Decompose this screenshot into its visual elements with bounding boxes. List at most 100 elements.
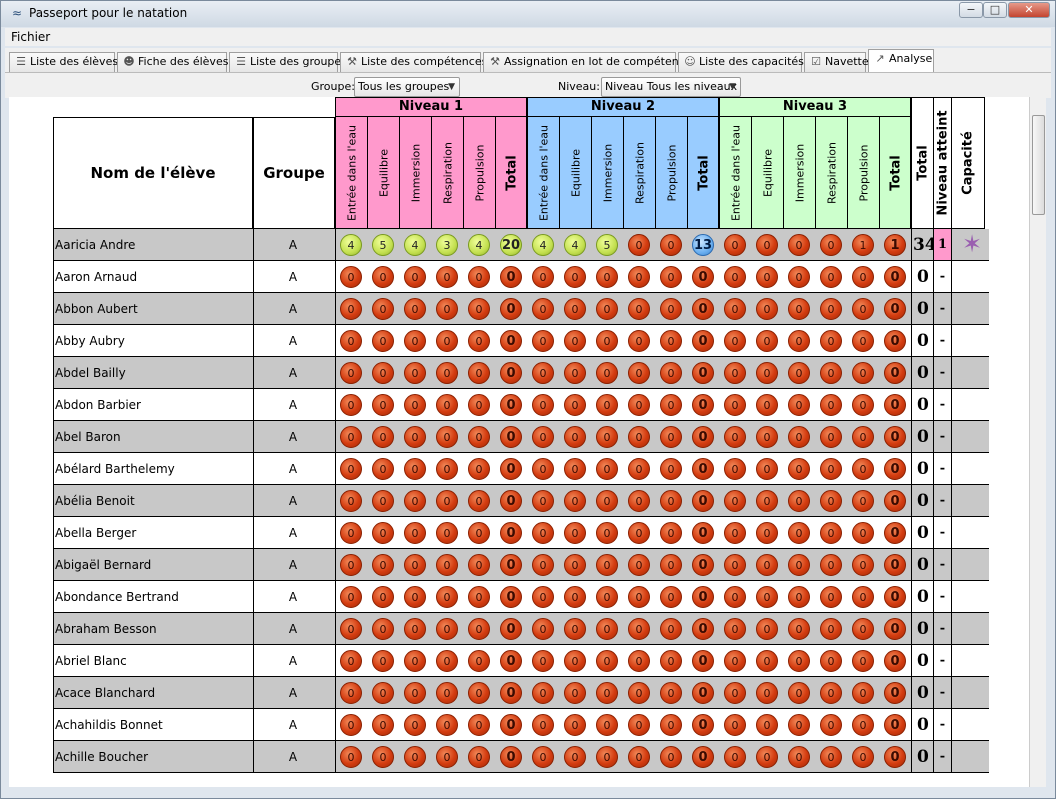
score-ball[interactable]: 0	[628, 522, 650, 544]
score-ball[interactable]: 0	[884, 298, 906, 320]
table-row[interactable]: Aaron Arnaud A 0 0 0 0 0 0 0 0 0 0 0 0 0 0 0 0 0 0 0-	[53, 261, 989, 293]
score-ball[interactable]: 0	[628, 490, 650, 512]
score-ball[interactable]: 0	[468, 714, 490, 736]
score-ball[interactable]: 0	[532, 746, 554, 768]
score-ball[interactable]: 0	[756, 298, 778, 320]
score-ball[interactable]: 0	[660, 618, 682, 640]
score-ball[interactable]: 0	[436, 330, 458, 352]
score-ball[interactable]: 0	[756, 522, 778, 544]
score-ball[interactable]: 0	[564, 682, 586, 704]
score-ball[interactable]: 4	[404, 234, 426, 256]
tab-1[interactable]: ☻ Fiche des élèves	[117, 52, 228, 72]
score-ball[interactable]: 0	[884, 394, 906, 416]
score-ball[interactable]: 0	[692, 266, 714, 288]
score-ball[interactable]: 0	[404, 490, 426, 512]
score-ball[interactable]: 0	[628, 618, 650, 640]
score-ball[interactable]: 0	[692, 554, 714, 576]
score-ball[interactable]: 0	[660, 650, 682, 672]
score-ball[interactable]: 0	[852, 650, 874, 672]
score-ball[interactable]: 0	[500, 682, 522, 704]
score-ball[interactable]: 0	[884, 554, 906, 576]
score-ball[interactable]: 0	[372, 330, 394, 352]
score-ball[interactable]: 0	[564, 394, 586, 416]
score-ball[interactable]: 4	[564, 234, 586, 256]
score-ball[interactable]: 0	[788, 618, 810, 640]
score-ball[interactable]: 0	[468, 618, 490, 640]
score-ball[interactable]: 0	[756, 714, 778, 736]
tab-2[interactable]: ☰ Liste des groupes	[229, 52, 347, 72]
score-ball[interactable]: 0	[692, 394, 714, 416]
score-ball[interactable]: 0	[564, 458, 586, 480]
niveau-select[interactable]: Niveau Tous les niveaux ▼	[601, 77, 741, 97]
score-ball[interactable]: 0	[372, 458, 394, 480]
score-ball[interactable]: 0	[468, 266, 490, 288]
score-ball[interactable]: 0	[596, 714, 618, 736]
score-ball[interactable]: 0	[788, 266, 810, 288]
score-ball[interactable]: 0	[628, 650, 650, 672]
table-row[interactable]: Abigaël Bernard A 0 0 0 0 0 0 0 0 0 0 0 0 0 0 0 0 0 0 0-	[53, 549, 989, 581]
score-ball[interactable]: 0	[884, 522, 906, 544]
score-ball[interactable]: 0	[628, 426, 650, 448]
score-ball[interactable]: 0	[340, 522, 362, 544]
score-ball[interactable]: 0	[404, 522, 426, 544]
score-ball[interactable]: 0	[628, 714, 650, 736]
score-ball[interactable]: 0	[340, 714, 362, 736]
score-ball[interactable]: 0	[692, 746, 714, 768]
score-ball[interactable]: 0	[468, 586, 490, 608]
score-ball[interactable]: 0	[788, 330, 810, 352]
score-ball[interactable]: 0	[468, 362, 490, 384]
score-ball[interactable]: 0	[372, 618, 394, 640]
score-ball[interactable]: 0	[692, 298, 714, 320]
score-ball[interactable]: 0	[436, 682, 458, 704]
score-ball[interactable]: 0	[436, 458, 458, 480]
score-ball[interactable]: 0	[852, 522, 874, 544]
groupe-select[interactable]: Tous les groupes ▼	[354, 77, 460, 97]
score-ball[interactable]: 0	[340, 362, 362, 384]
score-ball[interactable]: 0	[372, 586, 394, 608]
score-ball[interactable]: 0	[436, 394, 458, 416]
score-ball[interactable]: 0	[788, 522, 810, 544]
score-ball[interactable]: 0	[884, 266, 906, 288]
score-ball[interactable]: 0	[724, 362, 746, 384]
score-ball[interactable]: 4	[532, 234, 554, 256]
score-ball[interactable]: 0	[820, 266, 842, 288]
score-ball[interactable]: 0	[756, 554, 778, 576]
score-ball[interactable]: 0	[436, 426, 458, 448]
score-ball[interactable]: 0	[852, 362, 874, 384]
score-ball[interactable]: 0	[532, 490, 554, 512]
score-ball[interactable]: 0	[756, 586, 778, 608]
score-ball[interactable]: 0	[532, 714, 554, 736]
score-ball[interactable]: 0	[820, 330, 842, 352]
close-button[interactable]: ✕	[1008, 2, 1050, 18]
table-row[interactable]: Abraham Besson A 0 0 0 0 0 0 0 0 0 0 0 0 0 0 0 0 0 0 0-	[53, 613, 989, 645]
score-ball[interactable]: 0	[820, 714, 842, 736]
score-ball[interactable]: 0	[340, 650, 362, 672]
tab-5[interactable]: ☺ Liste des capacités	[678, 52, 804, 72]
score-ball[interactable]: 0	[660, 458, 682, 480]
score-ball[interactable]: 0	[436, 554, 458, 576]
table-row[interactable]: Achahildis Bonnet A 0 0 0 0 0 0 0 0 0 0 0 0 0 0 0 0 0 0 0-	[53, 709, 989, 741]
score-ball[interactable]: 4	[468, 234, 490, 256]
score-ball[interactable]: 0	[756, 746, 778, 768]
score-ball[interactable]: 0	[372, 266, 394, 288]
score-ball[interactable]: 0	[660, 586, 682, 608]
score-ball[interactable]: 0	[404, 586, 426, 608]
score-ball[interactable]: 0	[564, 650, 586, 672]
score-ball[interactable]: 0	[820, 682, 842, 704]
score-ball[interactable]: 0	[340, 394, 362, 416]
score-ball[interactable]: 0	[340, 298, 362, 320]
score-ball[interactable]: 0	[468, 554, 490, 576]
score-ball[interactable]: 0	[852, 554, 874, 576]
score-ball[interactable]: 0	[724, 714, 746, 736]
score-ball[interactable]: 0	[788, 554, 810, 576]
score-ball[interactable]: 0	[756, 426, 778, 448]
score-ball[interactable]: 0	[820, 554, 842, 576]
score-ball[interactable]: 0	[340, 554, 362, 576]
score-ball[interactable]: 0	[436, 298, 458, 320]
score-ball[interactable]: 0	[340, 618, 362, 640]
minimize-button[interactable]: −	[959, 2, 983, 18]
score-ball[interactable]: 0	[852, 266, 874, 288]
score-ball[interactable]: 0	[820, 746, 842, 768]
score-ball[interactable]: 0	[756, 362, 778, 384]
score-ball[interactable]: 0	[404, 266, 426, 288]
